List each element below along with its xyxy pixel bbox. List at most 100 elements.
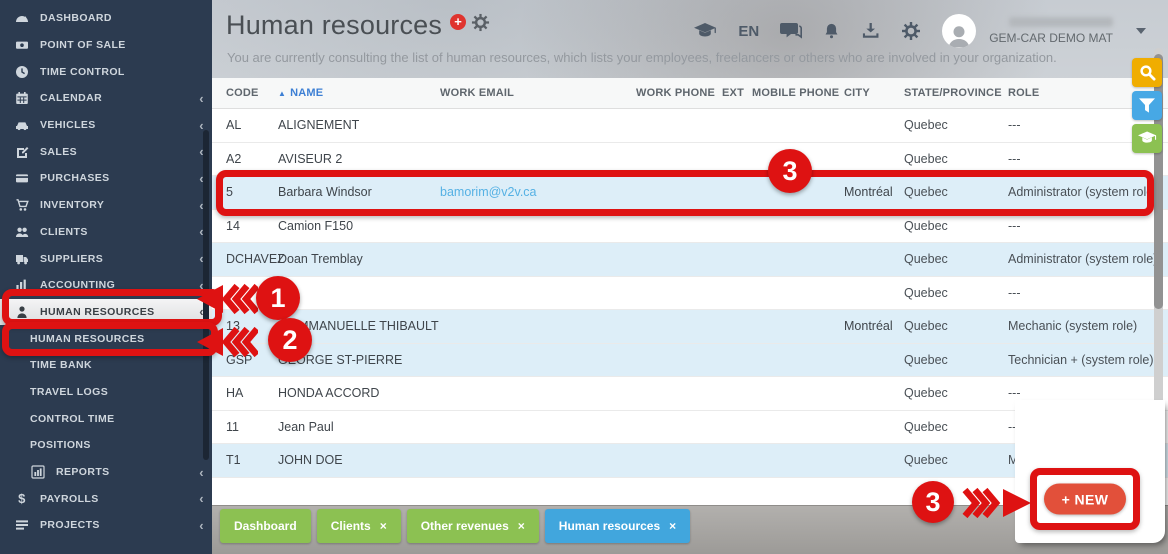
cell-state: Quebec <box>904 353 1008 367</box>
cell-name: GEORGE ST-PIERRE <box>278 353 440 367</box>
sidebar-item-inventory[interactable]: INVENTORY ‹ <box>0 192 212 219</box>
chevron-left-icon: ‹ <box>199 518 204 533</box>
graduation-cap-icon[interactable] <box>694 23 717 40</box>
cell-state: Quebec <box>904 152 1008 166</box>
table-row[interactable]: Quebec--- <box>212 277 1168 311</box>
table-row[interactable]: DCHAVEZDoan TremblayQuebecAdministrator … <box>212 243 1168 277</box>
sidebar-item-label: SALES <box>40 146 77 158</box>
sidebar-item-sales[interactable]: SALES ‹ <box>0 138 212 165</box>
cell-state: Quebec <box>904 420 1008 434</box>
account-name: GEM-CAR DEMO MAT <box>989 31 1113 45</box>
sidebar-item-label: POINT OF SALE <box>40 39 126 51</box>
table-row[interactable]: 13E EMMANUELLE THIBAULTMontréalQuebecMec… <box>212 310 1168 344</box>
cell-name: HONDA ACCORD <box>278 386 440 400</box>
sidebar-scrollbar[interactable] <box>203 130 209 460</box>
cell-role: --- <box>1008 219 1168 233</box>
column-header-work-phone[interactable]: WORK PHONE <box>636 87 722 99</box>
caret-down-icon[interactable] <box>1136 28 1146 34</box>
sidebar-item-payrolls[interactable]: $ PAYROLLS ‹ <box>0 485 212 512</box>
gear-icon[interactable] <box>901 21 921 41</box>
language-selector[interactable]: EN <box>738 23 759 40</box>
tab-human-resources[interactable]: Human resources× <box>545 509 690 543</box>
column-header-ext[interactable]: EXT <box>722 87 752 99</box>
cell-name: Camion F150 <box>278 219 440 233</box>
column-header-work-email[interactable]: WORK EMAIL <box>440 87 636 99</box>
sidebar-item-label: CALENDAR <box>40 92 102 104</box>
sidebar-item-point-of-sale[interactable]: POINT OF SALE <box>0 32 212 59</box>
column-header-mobile-phone[interactable]: MOBILE PHONE <box>752 87 844 99</box>
cell-code: DCHAVEZ <box>226 252 278 266</box>
close-icon[interactable]: × <box>380 519 387 533</box>
cell-state: Quebec <box>904 252 1008 266</box>
download-icon[interactable] <box>861 22 880 40</box>
sidebar-item-label: DASHBOARD <box>40 12 112 24</box>
tab-other-revenues[interactable]: Other revenues× <box>407 509 539 543</box>
cell-name: AVISEUR 2 <box>278 152 440 166</box>
sidebar-item-calendar[interactable]: CALENDAR ‹ <box>0 85 212 112</box>
sidebar-item-human-resources[interactable]: HUMAN RESOURCES ‹ <box>0 299 212 326</box>
sidebar-subitem-control-time[interactable]: CONTROL TIME <box>0 405 212 432</box>
cell-city: Montréal <box>844 185 904 199</box>
cell-state: Quebec <box>904 386 1008 400</box>
sidebar-item-time-control[interactable]: TIME CONTROL <box>0 58 212 85</box>
tab-dashboard[interactable]: Dashboard <box>220 509 311 543</box>
cell-role: Mechanic (system role) <box>1008 319 1168 333</box>
cell-role: --- <box>1008 386 1168 400</box>
cell-state: Quebec <box>904 219 1008 233</box>
inventory-icon <box>14 198 30 213</box>
table-row[interactable]: ALALIGNEMENTQuebec--- <box>212 109 1168 143</box>
point-of-sale-icon <box>14 38 30 53</box>
bell-icon[interactable] <box>823 22 840 41</box>
cell-state: Quebec <box>904 118 1008 132</box>
column-header-city[interactable]: CITY <box>844 87 904 99</box>
vehicles-icon <box>14 118 30 133</box>
close-icon[interactable]: × <box>669 519 676 533</box>
reports-icon <box>30 465 46 480</box>
chat-icon[interactable] <box>780 22 802 40</box>
sidebar-item-suppliers[interactable]: SUPPLIERS ‹ <box>0 245 212 272</box>
sidebar-item-dashboard[interactable]: DASHBOARD <box>0 5 212 32</box>
payrolls-icon: $ <box>14 491 30 506</box>
cell-state: Quebec <box>904 286 1008 300</box>
close-icon[interactable]: × <box>518 519 525 533</box>
sidebar-subitem-reports[interactable]: REPORTS ‹ <box>0 459 212 486</box>
sidebar-item-purchases[interactable]: PURCHASES ‹ <box>0 165 212 192</box>
table-row[interactable]: 14Camion F150Quebec--- <box>212 210 1168 244</box>
sidebar-item-label: ACCOUNTING <box>40 279 115 291</box>
search-button[interactable] <box>1132 58 1162 87</box>
sidebar-item-label: HUMAN RESOURCES <box>40 306 155 318</box>
sidebar-item-clients[interactable]: CLIENTS ‹ <box>0 219 212 246</box>
cell-code: AL <box>226 118 278 132</box>
cell-name: ALIGNEMENT <box>278 118 440 132</box>
gear-icon[interactable] <box>471 13 490 37</box>
cell-name: E EMMANUELLE THIBAULT <box>278 319 440 333</box>
tab-clients[interactable]: Clients× <box>317 509 401 543</box>
sidebar-subitem-human-resources[interactable]: HUMAN RESOURCES <box>0 325 212 352</box>
sidebar-item-label: PROJECTS <box>40 519 100 531</box>
sidebar: DASHBOARD POINT OF SALE TIME CONTROL CAL… <box>0 0 212 554</box>
column-header-code[interactable]: CODE <box>226 87 278 99</box>
cell-code: GSP <box>226 353 278 367</box>
add-icon[interactable]: + <box>450 14 466 30</box>
sidebar-subitem-time-bank[interactable]: TIME BANK <box>0 352 212 379</box>
sidebar-subitem-positions[interactable]: POSITIONS <box>0 432 212 459</box>
sidebar-item-accounting[interactable]: ACCOUNTING ‹ <box>0 272 212 299</box>
cell-name: JOHN DOE <box>278 453 440 467</box>
table-row-selected[interactable]: 5Barbara Windsorbamorim@v2v.caMontréalQu… <box>212 176 1168 210</box>
training-button[interactable] <box>1132 124 1162 153</box>
table-row[interactable]: GSPGEORGE ST-PIERREQuebecTechnician + (s… <box>212 344 1168 378</box>
sidebar-subitem-travel-logs[interactable]: TRAVEL LOGS <box>0 379 212 406</box>
avatar[interactable] <box>942 14 976 48</box>
column-header-name[interactable]: ▲NAME <box>278 87 440 99</box>
work-email-link[interactable]: bamorim@v2v.ca <box>440 185 636 199</box>
sidebar-item-projects[interactable]: PROJECTS ‹ <box>0 512 212 539</box>
table-row[interactable]: A2AVISEUR 2Quebec--- <box>212 143 1168 177</box>
time-control-icon <box>14 64 30 79</box>
sidebar-item-vehicles[interactable]: VEHICLES ‹ <box>0 112 212 139</box>
filter-button[interactable] <box>1132 91 1162 120</box>
page-title: Human resources <box>226 10 442 41</box>
new-button[interactable]: + NEW <box>1044 484 1126 515</box>
gem-car-app-window: DASHBOARD POINT OF SALE TIME CONTROL CAL… <box>0 0 1168 554</box>
account-info[interactable]: GEM-CAR DEMO MAT <box>989 17 1113 45</box>
column-header-state-province[interactable]: STATE/PROVINCE <box>904 87 1008 99</box>
